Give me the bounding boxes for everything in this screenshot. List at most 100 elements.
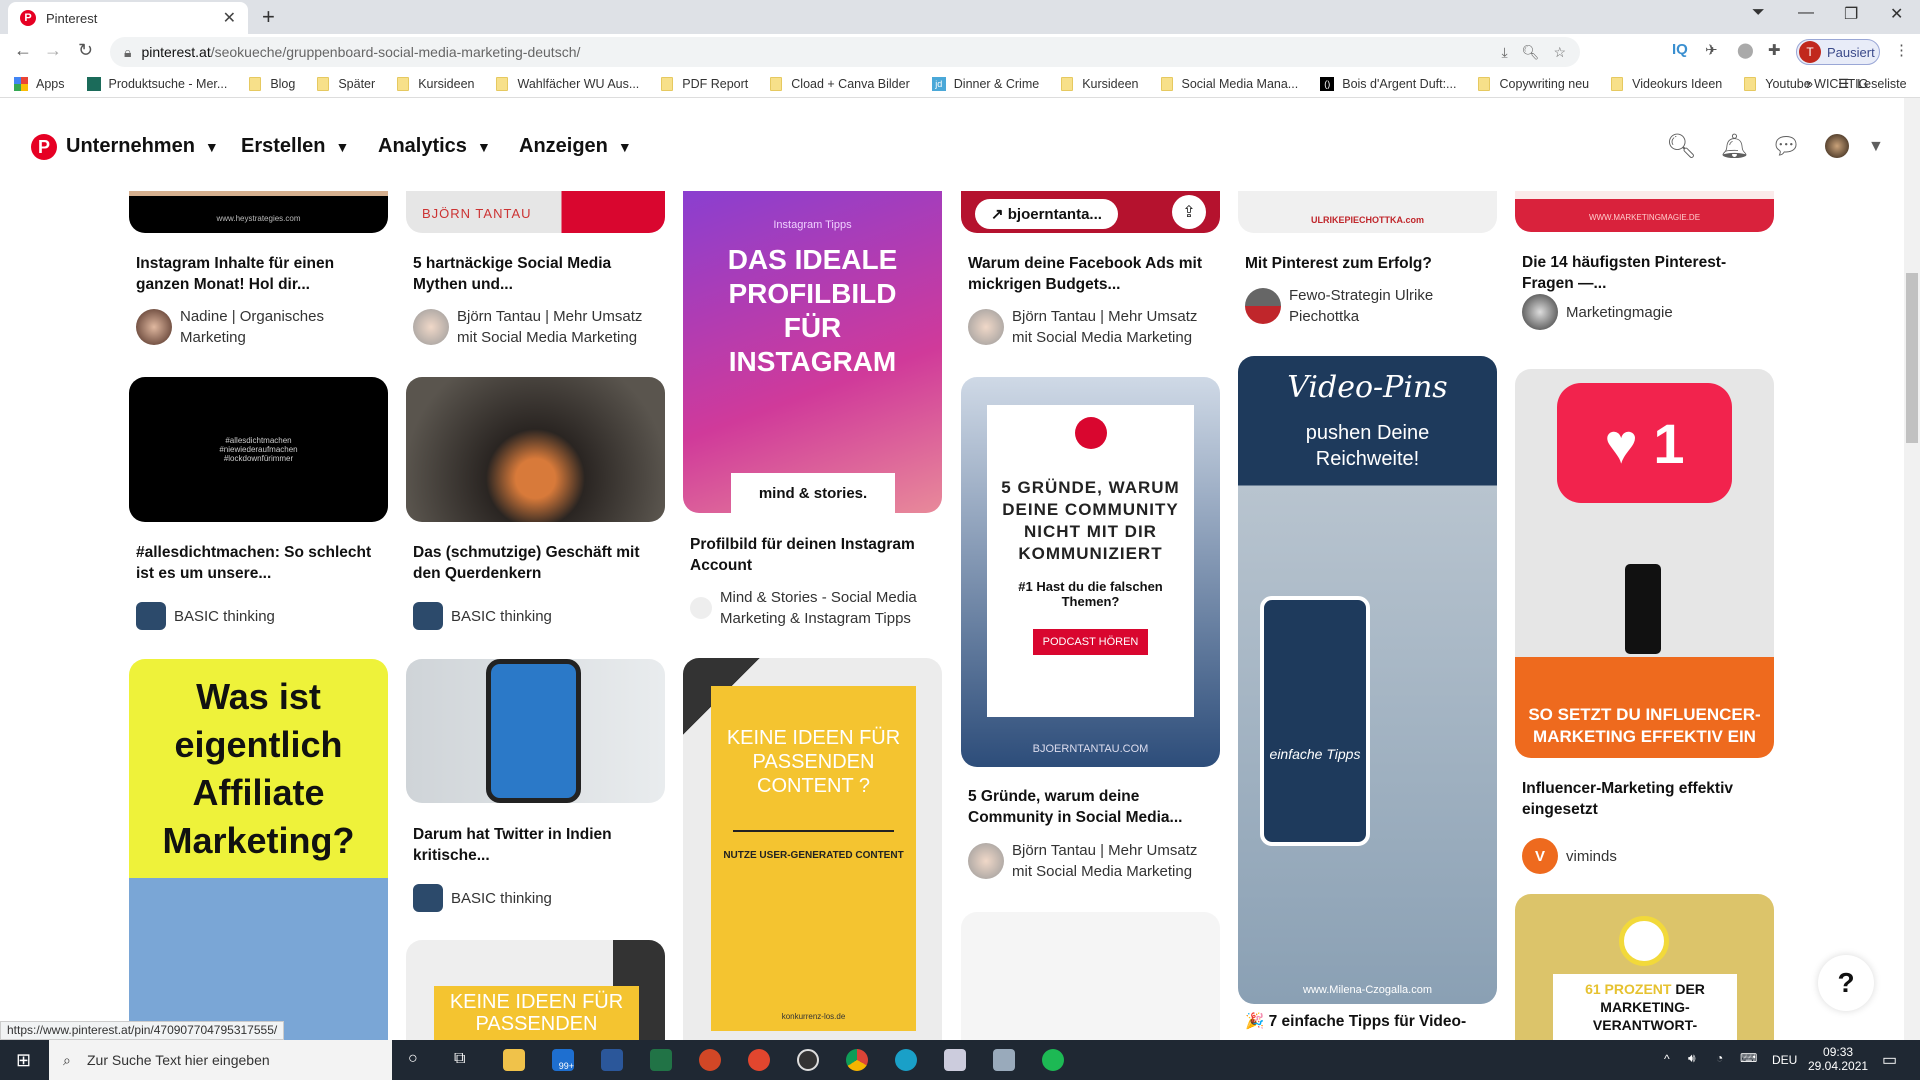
pin-title[interactable]: 5 hartnäckige Social Media Mythen und... <box>406 253 656 295</box>
back-button[interactable]: ← <box>14 40 32 61</box>
pin-author[interactable]: Fewo-Strategin Ulrike Piechottka <box>1238 285 1497 327</box>
pin-image[interactable]: ULRIKEPIECHOTTKA.com <box>1238 191 1497 233</box>
bookmark-item[interactable]: Blog <box>249 76 295 91</box>
taskbar-search[interactable]: ⌕ Zur Suche Text hier eingeben <box>49 1040 392 1080</box>
pin-image[interactable] <box>406 659 665 803</box>
bookmark-star-icon[interactable]: ☆ <box>1553 44 1566 61</box>
pin-title[interactable]: Die 14 häufigsten Pinterest-Fragen —... <box>1515 252 1765 294</box>
help-button[interactable]: ? <box>1818 955 1874 1011</box>
bookmark-item[interactable]: Social Media Mana... <box>1160 76 1298 91</box>
maximize-button[interactable]: ❐ <box>1844 4 1858 24</box>
tab-pinterest[interactable]: P Pinterest ✕ <box>8 2 248 34</box>
page-scrollbar[interactable] <box>1904 98 1920 1040</box>
profile-button[interactable]: T Pausiert <box>1796 39 1880 65</box>
adblock-icon[interactable]: ⬤ <box>1737 41 1754 59</box>
nav-erstellen[interactable]: Erstellen ▼ <box>241 135 349 158</box>
pin-image[interactable]: #allesdichtmachen #niewiederaufmachen #l… <box>129 377 388 522</box>
pin-title[interactable]: Influencer-Marketing effektiv eingesetzt <box>1515 778 1765 820</box>
bell-icon[interactable]: 🔔︎ <box>1719 132 1749 161</box>
pin-author[interactable]: Björn Tantau | Mehr Umsatz mit Social Me… <box>406 306 665 348</box>
pin-title[interactable]: 🎉 7 einfache Tipps für Video- <box>1238 1011 1488 1032</box>
media-icon[interactable]: ⏷ <box>1752 4 1765 22</box>
pin-author[interactable]: Björn Tantau | Mehr Umsatz mit Social Me… <box>961 840 1220 882</box>
chrome-icon[interactable] <box>846 1049 868 1071</box>
pin-author[interactable]: BASIC thinking <box>129 602 388 630</box>
chat-icon[interactable]: 💬︎ <box>1771 132 1801 161</box>
word-icon[interactable] <box>601 1049 623 1071</box>
spotify-icon[interactable] <box>1042 1049 1064 1071</box>
app-icon[interactable] <box>944 1049 966 1071</box>
nav-unternehmen[interactable]: Unternehmen ▼ <box>66 135 219 158</box>
close-tab-icon[interactable]: ✕ <box>223 8 236 28</box>
pin-image[interactable]: ↗ bjoerntanta... ⇪ <box>961 191 1220 233</box>
file-explorer-icon[interactable] <box>503 1049 525 1071</box>
bookmark-item[interactable]: Kursideen <box>1061 76 1139 91</box>
pinterest-logo[interactable]: P <box>31 134 57 160</box>
bookmark-item[interactable]: Copywriting neu <box>1478 76 1589 91</box>
pin-image[interactable]: ♥ 1 SO SETZT DU INFLUENCER-MARKETING EFF… <box>1515 369 1774 758</box>
bookmark-item[interactable]: Videokurs Ideen <box>1611 76 1722 91</box>
keyboard-icon[interactable]: ⌨ <box>1740 1051 1757 1065</box>
powerpoint-icon[interactable] <box>699 1049 721 1071</box>
pin-title[interactable]: #allesdichtmachen: So schlecht ist es um… <box>129 542 379 584</box>
pin-image[interactable]: KEINE IDEEN FÜR PASSENDEN CONTENT ? NUTZ… <box>683 658 942 1040</box>
bookmark-item[interactable]: Kursideen <box>397 76 474 91</box>
bookmark-item[interactable]: Später <box>317 76 375 91</box>
edge-icon[interactable] <box>895 1049 917 1071</box>
iq-extension-icon[interactable]: IQ <box>1672 41 1688 58</box>
reload-button[interactable]: ↻ <box>78 40 93 61</box>
volume-icon[interactable]: 🔊︎ <box>1688 1051 1696 1066</box>
forward-button[interactable]: → <box>44 40 62 61</box>
nav-analytics[interactable]: Analytics ▼ <box>378 135 491 158</box>
share-icon[interactable]: ⇪ <box>1172 195 1206 229</box>
chevron-down-icon[interactable]: ▼ <box>1868 138 1884 156</box>
pin-image[interactable]: 5 GRÜNDE, WARUM DEINE COMMUNITY NICHT MI… <box>961 377 1220 767</box>
search-icon[interactable]: 🔍︎ <box>1666 132 1696 161</box>
reading-list-button[interactable]: ☰ Leseliste <box>1838 76 1907 92</box>
pin-image[interactable]: BJÖRN TANTAU <box>406 191 665 233</box>
pin-title[interactable]: Profilbild für deinen Instagram Account <box>683 534 933 576</box>
pin-image[interactable]: WWW.MARKETINGMAGIE.DE <box>1515 191 1774 232</box>
scrollbar-thumb[interactable] <box>1906 273 1918 443</box>
pin-author[interactable]: Marketingmagie <box>1515 294 1774 330</box>
cortana-icon[interactable]: ○ <box>408 1050 418 1068</box>
pin-link-button[interactable]: ↗ bjoerntanta... <box>975 199 1118 229</box>
app-icon[interactable] <box>993 1049 1015 1071</box>
close-window-button[interactable]: ✕ <box>1890 4 1903 24</box>
new-tab-button[interactable]: + <box>262 4 275 30</box>
pin-title[interactable]: Instagram Inhalte für einen ganzen Monat… <box>129 253 379 295</box>
pin-image[interactable]: KEINE IDEEN FÜR PASSENDEN <box>406 940 665 1040</box>
wifi-icon[interactable]: ◔ <box>1716 1051 1723 1065</box>
obs-icon[interactable] <box>797 1049 819 1071</box>
notifications-icon[interactable]: ▭ <box>1882 1050 1897 1070</box>
pin-title[interactable]: Warum deine Facebook Ads mit mickrigen B… <box>961 253 1211 295</box>
pin-author[interactable]: Nadine | Organisches Marketing <box>129 306 388 348</box>
excel-icon[interactable] <box>650 1049 672 1071</box>
minimize-button[interactable]: — <box>1798 4 1814 22</box>
pin-image[interactable]: www.heystrategies.com <box>129 191 388 233</box>
pin-title[interactable]: Mit Pinterest zum Erfolg? <box>1238 253 1488 274</box>
pin-author[interactable]: Björn Tantau | Mehr Umsatz mit Social Me… <box>961 306 1220 348</box>
pin-author[interactable]: BASIC thinking <box>406 602 665 630</box>
pin-title[interactable]: Darum hat Twitter in Indien kritische... <box>406 824 656 866</box>
install-icon[interactable]: ⤓ <box>1501 44 1507 61</box>
tray-chevron-icon[interactable]: ^ <box>1664 1052 1670 1066</box>
zoom-icon[interactable]: 🔍︎ <box>1522 44 1540 61</box>
pin-title[interactable]: Das (schmutzige) Geschäft mit den Querde… <box>406 542 656 584</box>
pin-author[interactable]: BASIC thinking <box>406 884 665 912</box>
pin-placeholder[interactable] <box>961 912 1220 1040</box>
pin-author[interactable]: Vviminds <box>1515 838 1774 874</box>
bookmark-item[interactable]: () Bois d'Argent Duft:... <box>1320 76 1456 91</box>
pin-author[interactable]: Mind & Stories - Social Media Marketing … <box>683 587 942 629</box>
app-icon[interactable] <box>748 1049 770 1071</box>
pin-image[interactable]: Was ist eigentlich Affiliate Marketing? <box>129 659 388 1040</box>
nav-anzeigen[interactable]: Anzeigen ▼ <box>519 135 632 158</box>
more-bookmarks-button[interactable]: » <box>1806 77 1813 91</box>
clock[interactable]: 09:33 29.04.2021 <box>1808 1045 1868 1073</box>
bookmark-item[interactable]: Cload + Canva Bilder <box>770 76 910 91</box>
pin-image[interactable] <box>406 377 665 522</box>
bookmark-item[interactable]: PDF Report <box>661 76 748 91</box>
extensions-puzzle-icon[interactable]: ✚ <box>1768 41 1781 59</box>
bookmark-item[interactable]: Wahlfächer WU Aus... <box>496 76 639 91</box>
pin-title[interactable]: 5 Gründe, warum deine Community in Socia… <box>961 786 1211 828</box>
